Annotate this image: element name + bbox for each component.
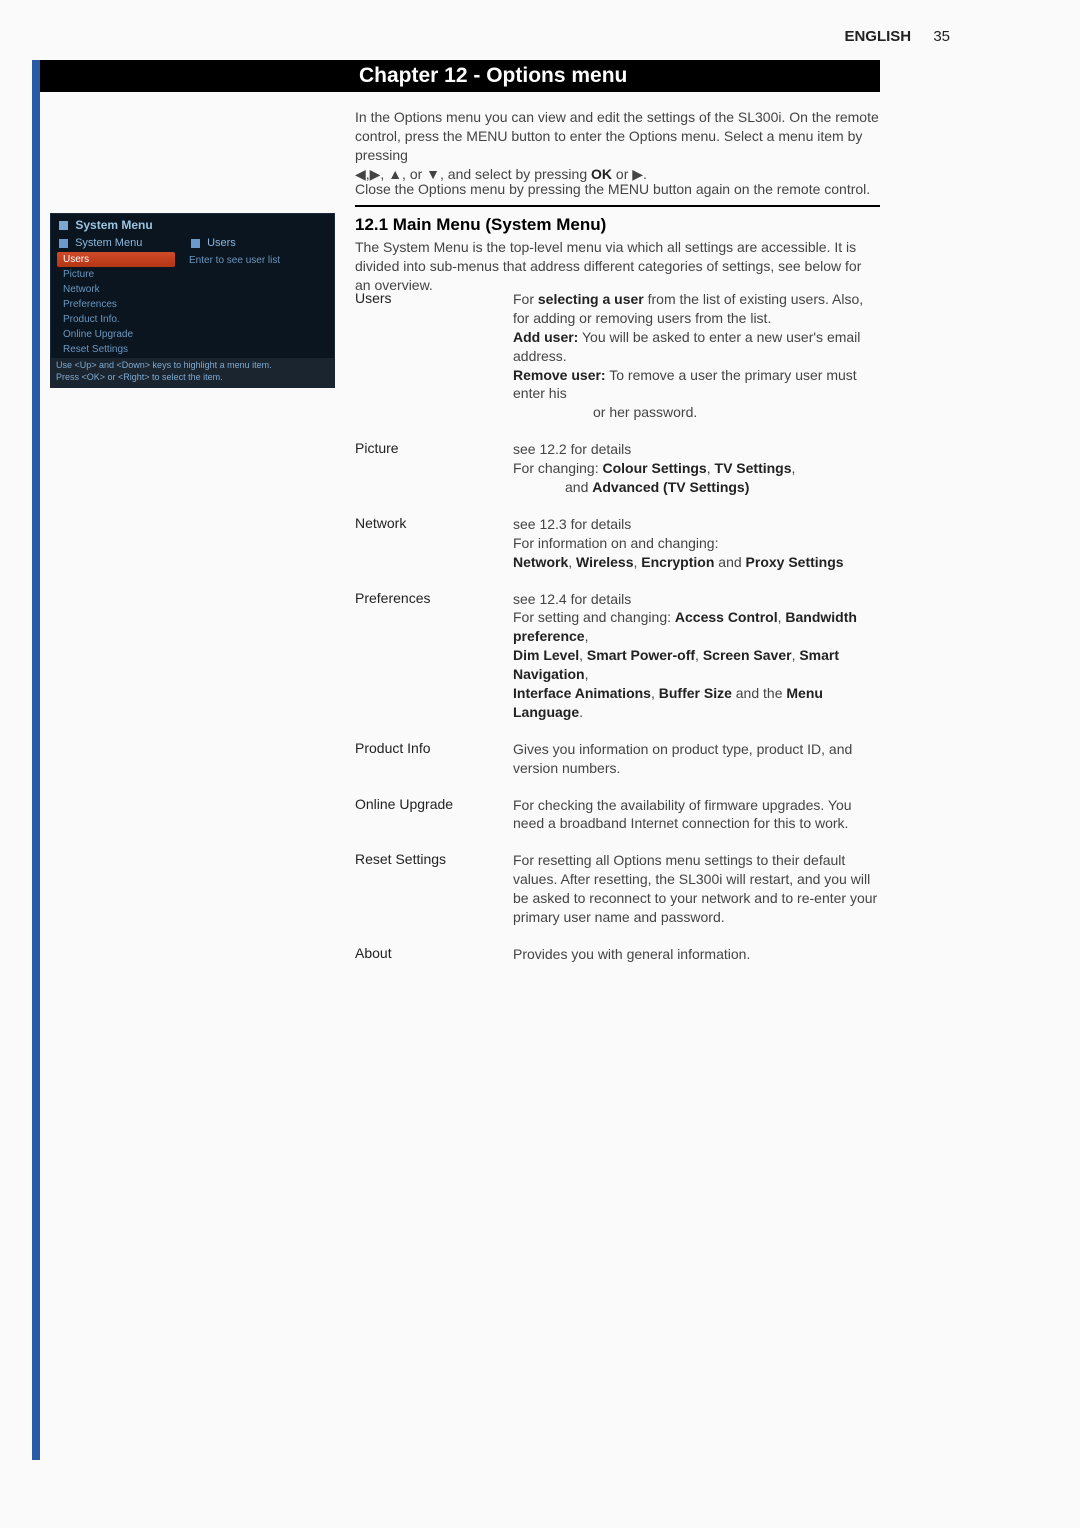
entry-users: Users For selecting a user from the list…	[355, 290, 880, 422]
entry-product-info-desc: Gives you information on product type, p…	[513, 740, 880, 778]
menu-item-resetsettings: Reset Settings	[53, 342, 179, 357]
menu-item-users: Users	[57, 252, 175, 267]
entry-picture-label: Picture	[355, 440, 513, 497]
entry-network-label: Network	[355, 515, 513, 572]
entry-about: About Provides you with general informat…	[355, 945, 880, 964]
blue-sidebar-strip	[32, 60, 40, 1460]
section-intro: The System Menu is the top-level menu vi…	[355, 238, 880, 295]
section-title: 12.1 Main Menu (System Menu)	[355, 215, 880, 235]
entry-network: Network see 12.3 for details For informa…	[355, 515, 880, 572]
menu-item-picture: Picture	[53, 267, 179, 282]
entry-picture-desc: see 12.2 for details For changing: Colou…	[513, 440, 880, 497]
screenshot-window-title: System Menu	[51, 214, 334, 234]
header-language: ENGLISH 35	[844, 28, 950, 45]
menu-item-onlineupgrade: Online Upgrade	[53, 327, 179, 342]
footer-line2: Press <OK> or <Right> to select the item…	[56, 372, 329, 384]
language-label: ENGLISH	[844, 28, 911, 45]
folder-icon	[59, 239, 68, 248]
footer-line1: Use <Up> and <Down> keys to highlight a …	[56, 360, 329, 372]
folder-icon	[191, 239, 200, 248]
chapter-title: Chapter 12 - Options menu	[359, 64, 627, 87]
separator-line	[355, 205, 880, 207]
screenshot-footer: Use <Up> and <Down> keys to highlight a …	[50, 358, 335, 388]
entry-preferences-desc: see 12.4 for details For setting and cha…	[513, 590, 880, 722]
screenshot-right-panel: Users Enter to see user list	[179, 234, 334, 369]
entry-preferences-label: Preferences	[355, 590, 513, 722]
right-panel-header: Users	[185, 234, 334, 252]
entry-product-info: Product Info Gives you information on pr…	[355, 740, 880, 778]
menu-icon	[59, 221, 68, 230]
left-panel-header: System Menu	[53, 234, 179, 252]
entry-online-upgrade: Online Upgrade For checking the availabi…	[355, 796, 880, 834]
right-panel-hint: Enter to see user list	[185, 252, 334, 269]
intro-paragraph: In the Options menu you can view and edi…	[355, 108, 880, 184]
entry-network-desc: see 12.3 for details For information on …	[513, 515, 880, 572]
entry-about-desc: Provides you with general information.	[513, 945, 880, 964]
page: ENGLISH 35 Chapter 12 - Options menu In …	[0, 0, 1080, 1528]
entry-online-upgrade-desc: For checking the availability of firmwar…	[513, 796, 880, 834]
menu-item-preferences: Preferences	[53, 297, 179, 312]
entry-reset-settings: Reset Settings For resetting all Options…	[355, 851, 880, 927]
entry-picture: Picture see 12.2 for details For changin…	[355, 440, 880, 497]
chapter-title-bar: Chapter 12 - Options menu	[355, 60, 880, 92]
entry-product-info-label: Product Info	[355, 740, 513, 778]
close-instruction: Close the Options menu by pressing the M…	[355, 180, 880, 199]
menu-entries-list: Users For selecting a user from the list…	[355, 290, 880, 982]
entry-about-label: About	[355, 945, 513, 964]
entry-preferences: Preferences see 12.4 for details For set…	[355, 590, 880, 722]
page-number: 35	[933, 28, 950, 45]
screenshot-left-panel: System Menu Users Picture Network Prefer…	[51, 234, 179, 369]
chapter-bar-left	[40, 60, 355, 92]
entry-users-label: Users	[355, 290, 513, 422]
menu-item-network: Network	[53, 282, 179, 297]
screenshot-columns: System Menu Users Picture Network Prefer…	[51, 234, 334, 369]
intro-line1: In the Options menu you can view and edi…	[355, 109, 879, 163]
entry-online-upgrade-label: Online Upgrade	[355, 796, 513, 834]
menu-item-productinfo: Product Info.	[53, 312, 179, 327]
entry-reset-settings-desc: For resetting all Options menu settings …	[513, 851, 880, 927]
entry-users-desc: For selecting a user from the list of ex…	[513, 290, 880, 422]
entry-reset-settings-label: Reset Settings	[355, 851, 513, 927]
